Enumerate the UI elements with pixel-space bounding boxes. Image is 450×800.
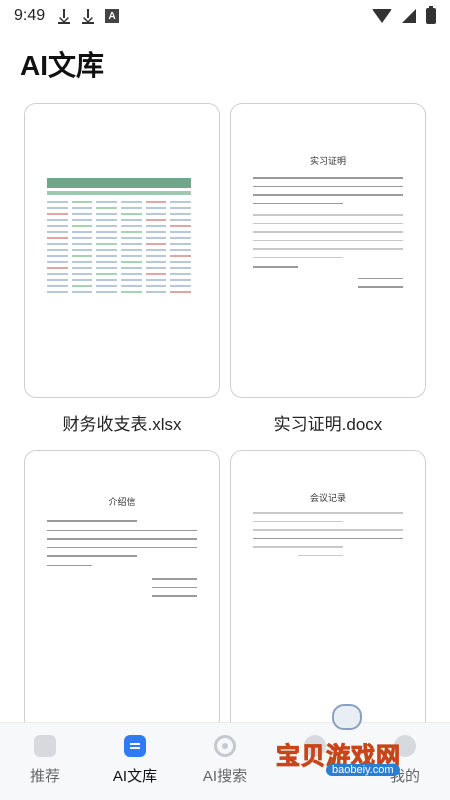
nav-item-ai-search[interactable]: AI搜索	[180, 723, 270, 800]
search-icon	[214, 735, 236, 757]
status-bar: 9:49 A	[0, 0, 450, 32]
status-time: 9:49	[14, 7, 46, 24]
nav-label: AI文库	[112, 768, 158, 785]
doc-card-finance[interactable]	[24, 103, 220, 398]
document-preview: 介绍信	[47, 495, 197, 604]
doc-card-introduction-letter[interactable]: 介绍信	[24, 450, 220, 750]
gamepad-icon	[332, 704, 362, 730]
watermark-url: baobeiy.com	[326, 764, 400, 776]
document-preview: 实习证明	[253, 154, 403, 295]
app-notification-icon: A	[105, 9, 120, 23]
doc-name: 实习证明.docx	[273, 415, 383, 434]
doc-heading: 会议记录	[309, 494, 346, 504]
doc-name: 财务收支表.xlsx	[62, 415, 182, 434]
doc-card-internship[interactable]: 实习证明	[230, 103, 426, 398]
notification-icons: A	[57, 8, 120, 24]
signal-icon	[402, 9, 416, 23]
watermark: 宝贝游戏网 baobeiy.com	[270, 700, 430, 780]
recommend-icon	[34, 735, 56, 757]
library-icon	[124, 735, 146, 757]
nav-label: AI搜索	[202, 768, 248, 785]
page-title: AI文库	[20, 50, 105, 81]
battery-icon	[426, 6, 436, 24]
document-preview: 会议记录	[253, 491, 403, 563]
doc-heading: 实习证明	[309, 157, 346, 167]
nav-label: 推荐	[29, 768, 60, 785]
download-icon	[81, 8, 95, 24]
nav-item-recommend[interactable]: 推荐	[0, 723, 90, 800]
nav-item-library[interactable]: AI文库	[90, 723, 180, 800]
system-icons	[372, 6, 436, 24]
doc-heading: 介绍信	[108, 498, 136, 508]
download-icon	[57, 8, 71, 24]
wifi-icon	[372, 9, 392, 23]
spreadsheet-preview	[47, 178, 192, 308]
